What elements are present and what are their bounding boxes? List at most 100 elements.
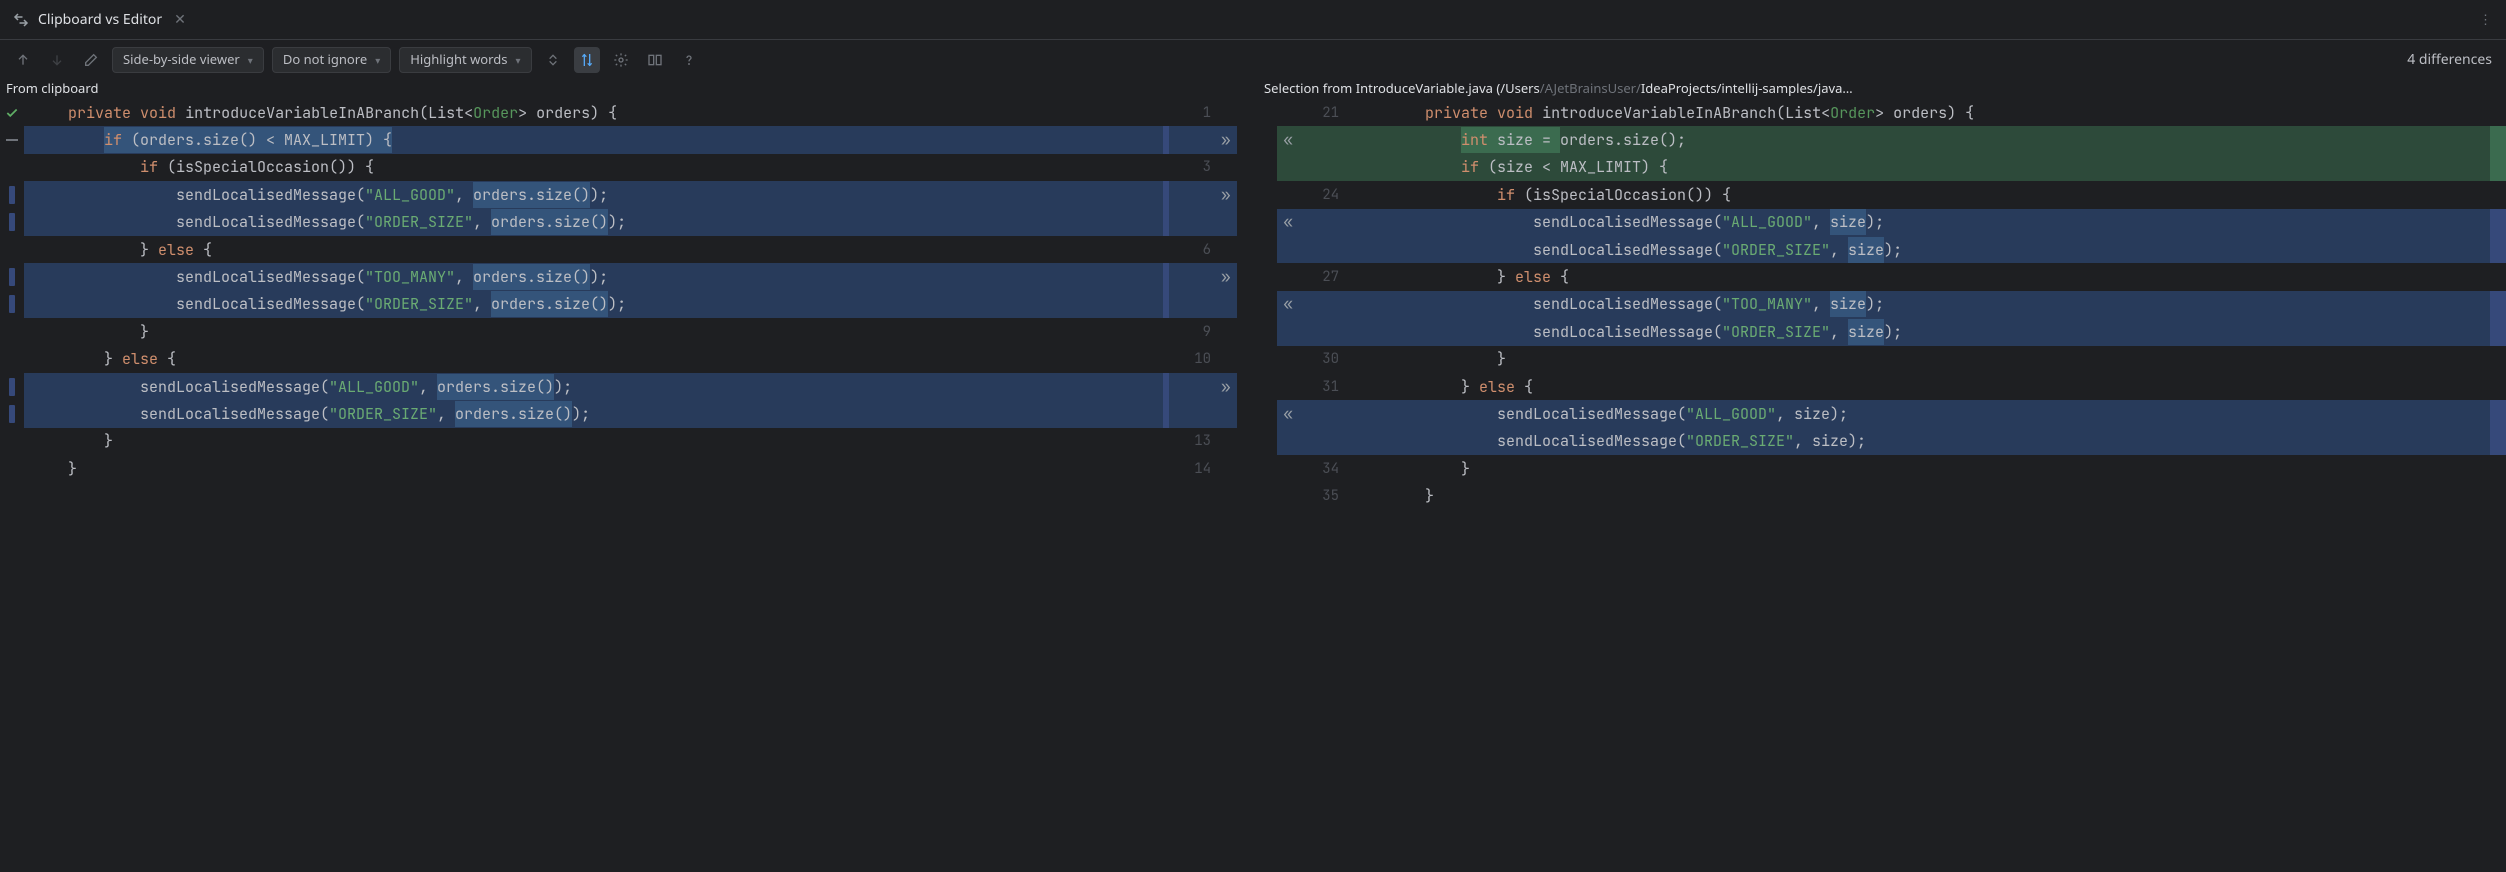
right-code-pane[interactable]: private void introduceVariableInABranch(… [1345,99,2490,872]
ignore-mode-dropdown[interactable]: Do not ignore ▾ [272,47,391,73]
diff-icon [12,11,30,29]
left-line-number [1169,263,1217,290]
gutter-row: 6 [1169,236,1345,263]
apply-left-button[interactable]: » [1221,182,1231,208]
code-line[interactable]: } [1345,346,2490,373]
right-line-number [1297,400,1345,427]
left-line-number: 6 [1169,236,1217,263]
overview-marker[interactable] [2490,126,2506,153]
external-diff-button[interactable] [642,47,668,73]
overview-marker [2490,373,2506,400]
chevron-down-icon: ▾ [248,53,253,67]
code-line[interactable]: int size = orders.size(); [1345,126,2490,153]
code-line[interactable]: } else { [1345,373,2490,400]
view-mode-dropdown[interactable]: Side-by-side viewer ▾ [112,47,264,73]
code-line[interactable]: if (isSpecialOccasion()) { [24,154,1169,181]
next-diff-button[interactable] [44,47,70,73]
diff-tab[interactable]: Clipboard vs Editor ✕ [6,0,196,39]
overview-marker [2490,346,2506,373]
gutter-row: » 27 [1169,263,1345,290]
code-line[interactable]: sendLocalisedMessage("ORDER_SIZE", order… [24,400,1169,427]
right-line-number: 27 [1297,263,1345,290]
code-line[interactable]: sendLocalisedMessage("TOO_MANY", orders.… [24,263,1169,290]
center-gutter: 121»«3»24«6»27«91030»31«13143435 [1169,99,1345,872]
apply-left-button[interactable]: » [1221,264,1231,290]
left-code-pane[interactable]: private void introduceVariableInABranch(… [24,99,1169,872]
code-line[interactable]: } else { [24,236,1169,263]
change-marker [0,400,24,427]
apply-left-button[interactable]: » [1221,374,1231,400]
apply-left-button[interactable]: » [1221,127,1231,153]
code-line[interactable]: sendLocalisedMessage("ORDER_SIZE", size)… [1345,236,2490,263]
code-line[interactable]: if (size < MAX_LIMIT) { [1345,154,2490,181]
overview-marker [2490,263,2506,290]
code-line[interactable]: } [1345,455,2490,482]
overview-marker[interactable] [2490,318,2506,345]
overview-marker [2490,181,2506,208]
overview-marker[interactable] [2490,236,2506,263]
overview-marker[interactable] [2490,400,2506,427]
right-line-number: 30 [1297,346,1345,373]
left-line-number [1169,181,1217,208]
diff-toolbar: Side-by-side viewer ▾ Do not ignore ▾ Hi… [0,40,2506,80]
overview-marker [2490,482,2506,509]
left-line-number: 10 [1169,346,1217,373]
highlight-mode-dropdown[interactable]: Highlight words ▾ [399,47,531,73]
code-line[interactable]: sendLocalisedMessage("ALL_GOOD", orders.… [24,181,1169,208]
change-marker [0,209,24,236]
code-line[interactable]: if (orders.size() < MAX_LIMIT) { [24,126,1169,153]
gutter-row: 9 [1169,318,1345,345]
change-marker [0,263,24,290]
help-button[interactable] [676,47,702,73]
settings-button[interactable] [608,47,634,73]
code-line[interactable]: sendLocalisedMessage("ORDER_SIZE", size)… [1345,318,2490,345]
code-line[interactable]: private void introduceVariableInABranch(… [1345,99,2490,126]
right-line-number [1297,126,1345,153]
overview-marker[interactable] [2490,291,2506,318]
gutter-row: 35 [1169,482,1345,509]
tab-overflow-menu[interactable]: ⋮ [2471,6,2500,32]
overview-marker[interactable] [2490,154,2506,181]
code-line[interactable]: } else { [1345,263,2490,290]
gutter-row: 10 30 [1169,346,1345,373]
close-tab-button[interactable]: ✕ [170,8,190,32]
code-line[interactable]: sendLocalisedMessage("ALL_GOOD", size); [1345,209,2490,236]
prev-diff-button[interactable] [10,47,36,73]
code-line[interactable]: sendLocalisedMessage("ORDER_SIZE", size)… [1345,428,2490,455]
code-line[interactable]: sendLocalisedMessage("TOO_MANY", size); [1345,291,2490,318]
apply-right-button[interactable]: « [1283,127,1293,153]
code-line[interactable]: } [24,455,1169,482]
code-line[interactable]: } [24,428,1169,455]
sync-scroll-button[interactable] [574,47,600,73]
code-line[interactable]: } else { [24,346,1169,373]
code-line[interactable]: } [24,318,1169,345]
chevron-down-icon: ▾ [375,53,380,67]
view-mode-label: Side-by-side viewer [123,50,240,68]
overview-marker[interactable] [2490,428,2506,455]
left-line-number [1169,209,1217,236]
highlight-mode-label: Highlight words [410,50,507,68]
overview-marker[interactable] [2490,209,2506,236]
code-line[interactable]: sendLocalisedMessage("ALL_GOOD", orders.… [24,373,1169,400]
tab-bar: Clipboard vs Editor ✕ ⋮ [0,0,2506,40]
apply-right-button[interactable]: « [1283,291,1293,317]
gutter-row: »31 [1169,373,1345,400]
code-line[interactable]: sendLocalisedMessage("ALL_GOOD", size); [1345,400,2490,427]
left-line-number [1169,291,1217,318]
right-line-number: 34 [1297,455,1345,482]
collapse-unchanged-button[interactable] [540,47,566,73]
apply-right-button[interactable]: « [1283,401,1293,427]
diff-body: private void introduceVariableInABranch(… [0,99,2506,872]
left-line-number [1169,482,1217,509]
code-line[interactable]: sendLocalisedMessage("ORDER_SIZE", order… [24,291,1169,318]
code-line[interactable]: if (isSpecialOccasion()) { [1345,181,2490,208]
apply-right-button[interactable]: « [1283,209,1293,235]
left-gutter [0,99,24,872]
right-line-number [1297,291,1345,318]
edit-button[interactable] [78,47,104,73]
right-line-number [1297,154,1345,181]
gutter-row: « [1169,291,1345,318]
code-line[interactable]: private void introduceVariableInABranch(… [24,99,1169,126]
code-line[interactable]: sendLocalisedMessage("ORDER_SIZE", order… [24,209,1169,236]
code-line[interactable]: } [1345,482,2490,509]
